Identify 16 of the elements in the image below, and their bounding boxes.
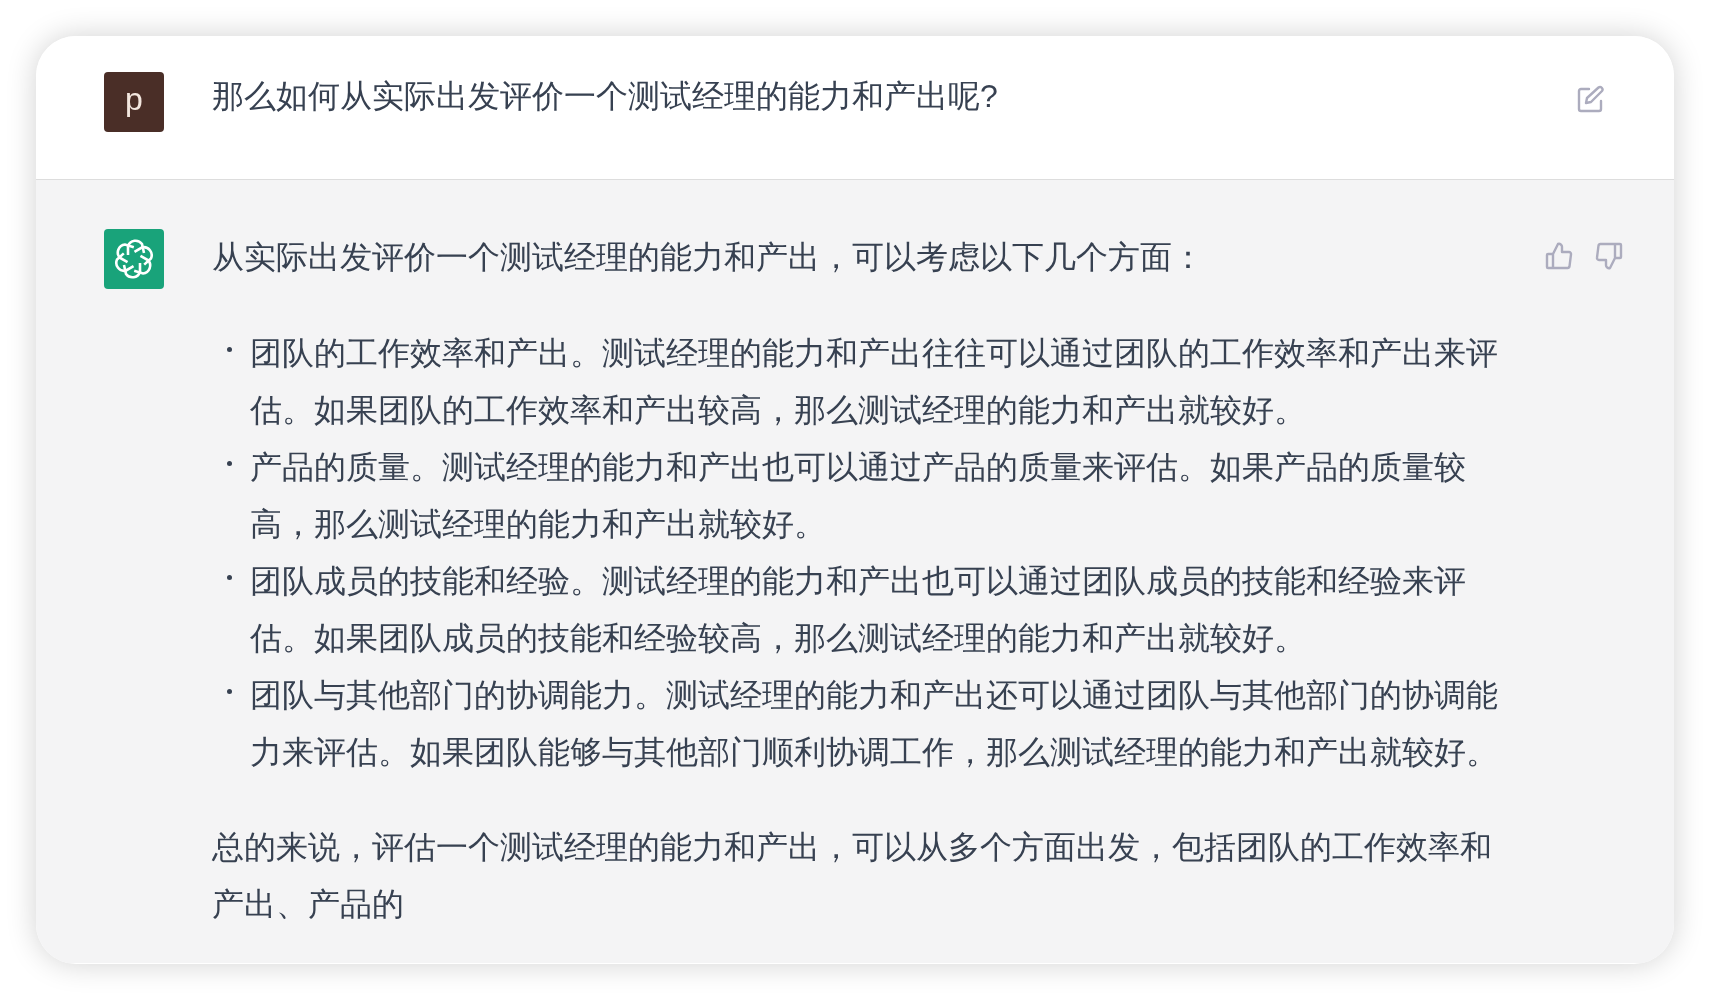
bullet-dot: [227, 461, 232, 466]
answer-point: 团队的工作效率和产出。测试经理的能力和产出往往可以通过团队的工作效率和产出来评估。如果团队的工作效率和产出较高，那么测试经理的能力和产出就较好。: [250, 334, 1499, 430]
bullet-dot: [227, 575, 232, 580]
user-avatar: p: [104, 72, 164, 132]
thumbs-down-icon[interactable]: [1594, 241, 1624, 271]
bullet-dot: [227, 347, 232, 352]
assistant-logo-icon: [104, 229, 164, 289]
thumbs-up-icon[interactable]: [1544, 241, 1574, 271]
answer-point: 团队与其他部门的协调能力。测试经理的能力和产出还可以通过团队与其他部门的协调能力来评估。如果团队能够与其他部门顺利协调工作，那么测试经理的能力和产出就较好。: [250, 676, 1499, 772]
answer-conclusion: 总的来说，评估一个测试经理的能力和产出，可以从多个方面出发，包括团队的工作效率和产出、产品的: [212, 828, 1493, 924]
edit-icon[interactable]: [1576, 84, 1606, 114]
answer-point: 产品的质量。测试经理的能力和产出也可以通过产品的质量来评估。如果产品的质量较高，那么测试经理的能力和产出就较好。: [250, 448, 1467, 544]
answer-point: 团队成员的技能和经验。测试经理的能力和产出也可以通过团队成员的技能和经验来评估。如果团队成员的技能和经验较高，那么测试经理的能力和产出就较好。: [250, 562, 1467, 658]
user-question: 那么如何从实际出发评价一个测试经理的能力和产出呢?: [212, 77, 999, 116]
answer-intro: 从实际出发评价一个测试经理的能力和产出，可以考虑以下几个方面：: [212, 238, 1205, 277]
bullet-dot: [227, 689, 232, 694]
